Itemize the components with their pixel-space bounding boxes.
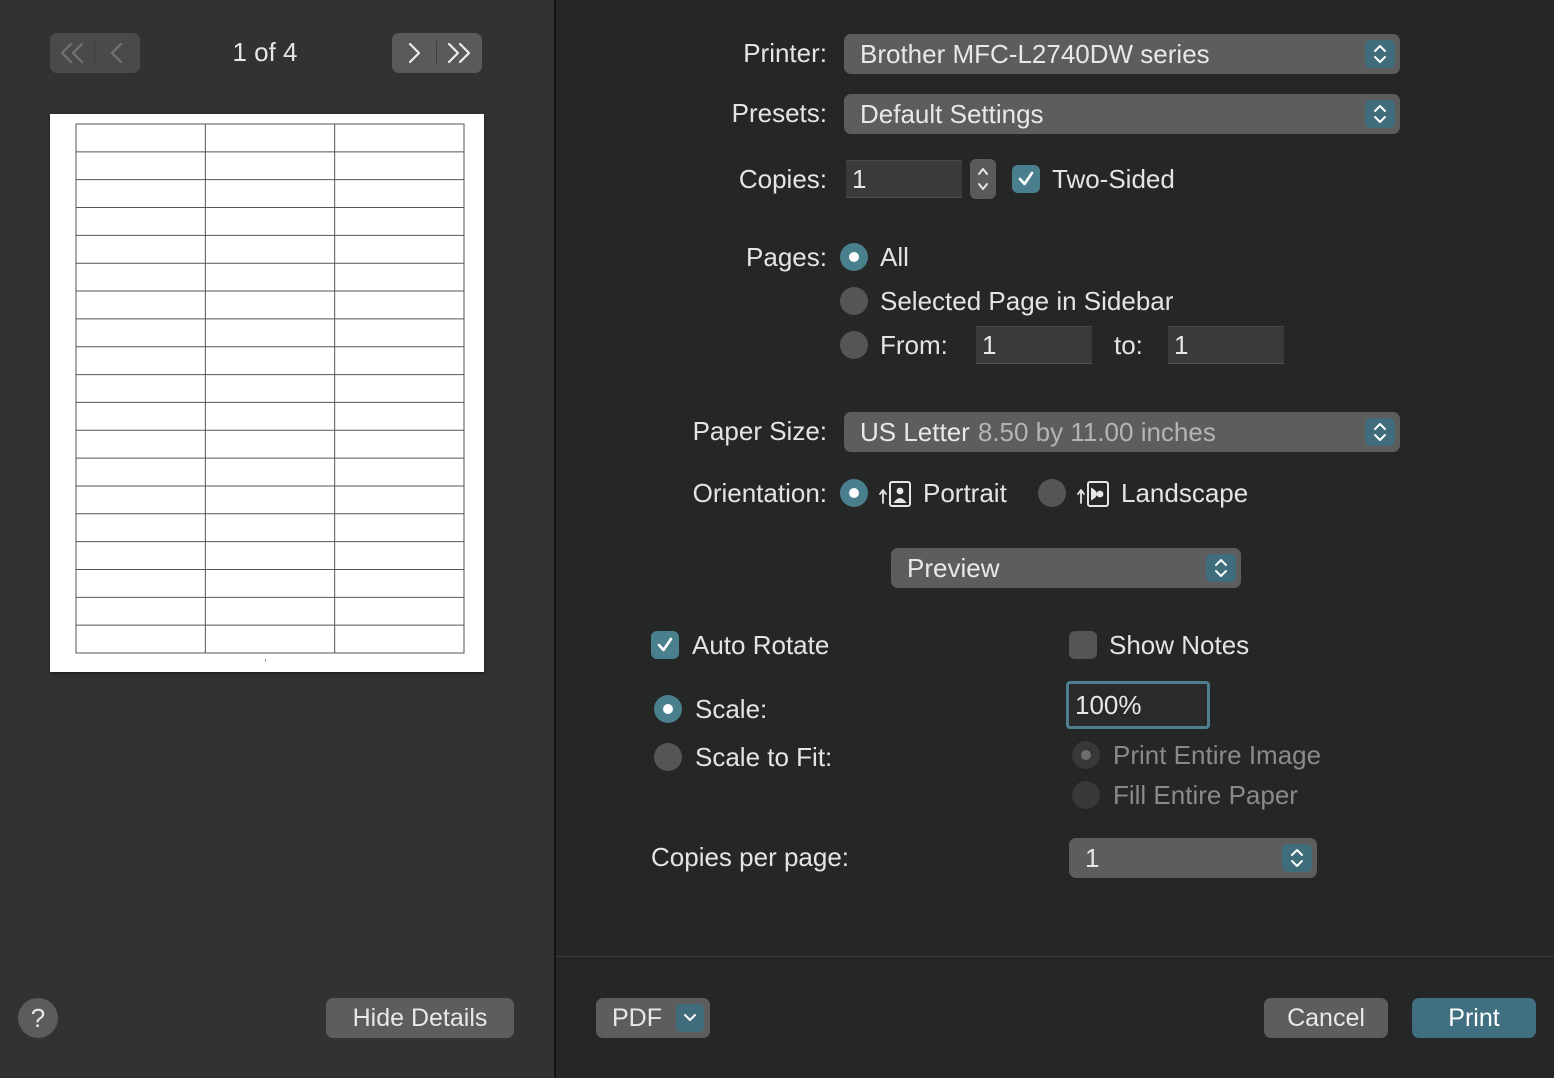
hide-details-button[interactable]: Hide Details bbox=[326, 998, 514, 1038]
page-preview-thumbnail[interactable] bbox=[50, 114, 484, 672]
copies-field[interactable]: 1 bbox=[846, 160, 962, 198]
chevron-left-icon bbox=[110, 42, 123, 64]
pdf-dropdown-arrow bbox=[676, 1004, 704, 1032]
copies-per-page-value: 1 bbox=[1085, 842, 1100, 873]
paper-size-detail: 8.50 by 11.00 inches bbox=[977, 416, 1216, 447]
checkmark-icon bbox=[657, 637, 673, 652]
printer-value: Brother MFC-L2740DW series bbox=[860, 38, 1210, 69]
scale-radio[interactable] bbox=[654, 695, 682, 723]
two-sided-label: Two-Sided bbox=[1052, 164, 1175, 194]
next-page-button[interactable] bbox=[392, 33, 436, 73]
copies-per-page-popup[interactable]: 1 bbox=[1069, 838, 1317, 878]
orientation-portrait-radio[interactable] bbox=[840, 479, 868, 507]
help-button[interactable]: ? bbox=[18, 998, 58, 1038]
pages-selected-label: Selected Page in Sidebar bbox=[880, 286, 1174, 316]
auto-rotate-label: Auto Rotate bbox=[692, 630, 830, 660]
landscape-icon bbox=[1077, 481, 1109, 507]
scale-label: Scale: bbox=[695, 694, 768, 724]
footer-divider bbox=[556, 956, 1554, 957]
fill-entire-paper-label: Fill Entire Paper bbox=[1113, 780, 1298, 810]
portrait-icon bbox=[879, 481, 911, 507]
double-chevron-right-icon bbox=[447, 42, 471, 64]
preview-sidebar: 1 of 4 ? Hide Details bbox=[0, 0, 554, 1078]
popup-arrows-icon bbox=[1206, 554, 1236, 582]
pages-label: Pages: bbox=[746, 242, 827, 272]
paper-size-value: US Letter bbox=[860, 416, 970, 447]
chevron-right-icon bbox=[408, 42, 421, 64]
paper-size-popup[interactable]: US Letter 8.50 by 11.00 inches bbox=[844, 412, 1400, 452]
preview-page-number-mark bbox=[265, 659, 266, 662]
scale-field[interactable]: 100% bbox=[1066, 681, 1210, 729]
double-chevron-left-icon bbox=[60, 42, 84, 64]
print-entire-image-label: Print Entire Image bbox=[1113, 740, 1322, 770]
orientation-landscape-label: Landscape bbox=[1121, 478, 1249, 508]
page-indicator: 1 of 4 bbox=[232, 37, 298, 67]
orientation-label: Orientation: bbox=[692, 478, 827, 508]
preview-table-grid bbox=[75, 123, 465, 662]
pages-to-field[interactable]: 1 bbox=[1168, 326, 1284, 364]
popup-arrows-icon bbox=[1365, 100, 1395, 128]
presets-popup[interactable]: Default Settings bbox=[844, 94, 1400, 134]
scale-to-fit-label: Scale to Fit: bbox=[695, 742, 833, 772]
printer-label: Printer: bbox=[743, 38, 827, 68]
pages-all-radio[interactable] bbox=[840, 243, 868, 271]
popup-arrows-icon bbox=[1282, 844, 1312, 872]
last-page-button[interactable] bbox=[437, 33, 481, 73]
copies-label: Copies: bbox=[738, 164, 827, 194]
pages-from-label: From: bbox=[880, 330, 948, 360]
first-prev-nav-group bbox=[50, 33, 140, 73]
popup-arrows-icon bbox=[1365, 40, 1395, 68]
pdf-menu-button[interactable]: PDF bbox=[596, 998, 710, 1038]
auto-rotate-checkbox[interactable] bbox=[651, 631, 679, 659]
print-settings-panel: Printer: Brother MFC-L2740DW series Pres… bbox=[556, 0, 1554, 1078]
presets-value: Default Settings bbox=[860, 98, 1044, 129]
pdf-label: PDF bbox=[612, 1003, 662, 1032]
next-last-nav-group bbox=[392, 33, 482, 73]
previous-page-button[interactable] bbox=[95, 33, 139, 73]
orientation-landscape-radio[interactable] bbox=[1038, 479, 1066, 507]
show-notes-label: Show Notes bbox=[1109, 630, 1250, 660]
fill-entire-paper-radio[interactable] bbox=[1072, 781, 1100, 809]
two-sided-checkbox[interactable] bbox=[1012, 165, 1040, 193]
scale-to-fit-radio[interactable] bbox=[654, 743, 682, 771]
preview-table-border bbox=[75, 123, 465, 654]
popup-arrows-icon bbox=[1365, 418, 1395, 446]
stepper-arrows-icon bbox=[978, 168, 988, 190]
paper-size-label: Paper Size: bbox=[692, 416, 827, 446]
copies-stepper[interactable] bbox=[970, 159, 996, 199]
show-notes-checkbox[interactable] bbox=[1069, 631, 1097, 659]
chevron-down-icon bbox=[684, 1014, 696, 1021]
print-entire-image-radio[interactable] bbox=[1072, 741, 1100, 769]
cancel-button[interactable]: Cancel bbox=[1264, 998, 1388, 1038]
print-button[interactable]: Print bbox=[1412, 998, 1536, 1038]
section-popup-value: Preview bbox=[907, 552, 1000, 583]
section-popup[interactable]: Preview bbox=[891, 548, 1241, 588]
printer-popup[interactable]: Brother MFC-L2740DW series bbox=[844, 34, 1400, 74]
pages-from-radio[interactable] bbox=[840, 331, 868, 359]
pages-selected-radio[interactable] bbox=[840, 287, 868, 315]
orientation-portrait-label: Portrait bbox=[923, 478, 1007, 508]
pages-all-label: All bbox=[880, 242, 909, 272]
first-page-button[interactable] bbox=[50, 33, 94, 73]
checkmark-icon bbox=[1018, 171, 1034, 186]
pages-to-label: to: bbox=[1114, 330, 1143, 360]
pages-from-field[interactable]: 1 bbox=[976, 326, 1092, 364]
presets-label: Presets: bbox=[731, 98, 827, 128]
copies-per-page-label: Copies per page: bbox=[651, 842, 850, 872]
